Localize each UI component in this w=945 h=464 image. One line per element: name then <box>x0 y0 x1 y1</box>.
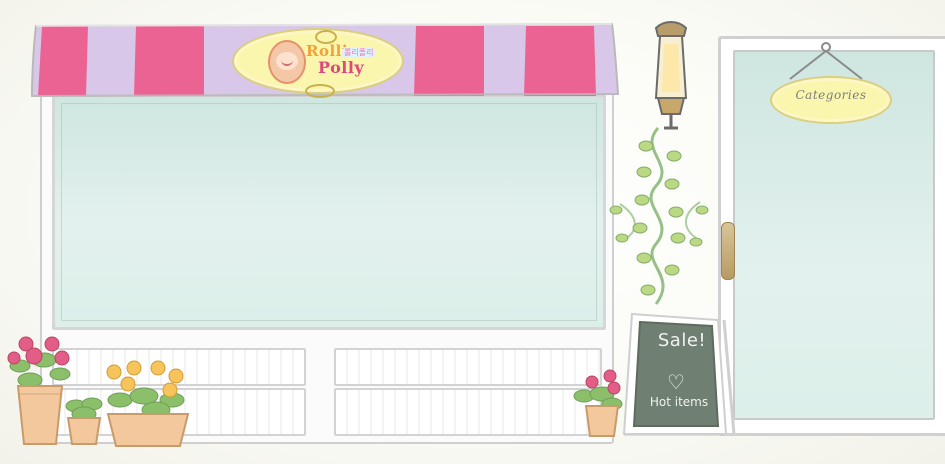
panel-right-bottom <box>334 388 602 436</box>
storefront-scene: Rolli 롤리폴리 Polly Categories Sale! ♡ Hot … <box>0 0 945 464</box>
flower-pot-yellow <box>92 356 202 448</box>
logo-text-line2: Polly <box>318 58 365 77</box>
chalkboard-line2: Hot items <box>649 395 709 409</box>
logo-swirl-bottom-icon <box>305 84 335 98</box>
flower-pot-icon <box>573 369 623 437</box>
logo-character-icon <box>268 40 306 84</box>
vine-decoration <box>609 126 709 305</box>
heart-icon: ♡ <box>667 370 685 394</box>
panel-right-top <box>334 348 602 386</box>
categories-sign-label[interactable]: Categories <box>786 88 876 106</box>
wall-lamp-icon <box>654 21 688 130</box>
chalkboard-line1: Sale! <box>657 330 707 351</box>
flower-pot-right-pink <box>568 360 628 440</box>
door-handle[interactable] <box>721 222 735 280</box>
shop-window <box>52 94 606 330</box>
flower-pot-icon <box>106 360 190 447</box>
logo-tagline: 롤리폴리 <box>342 48 376 58</box>
